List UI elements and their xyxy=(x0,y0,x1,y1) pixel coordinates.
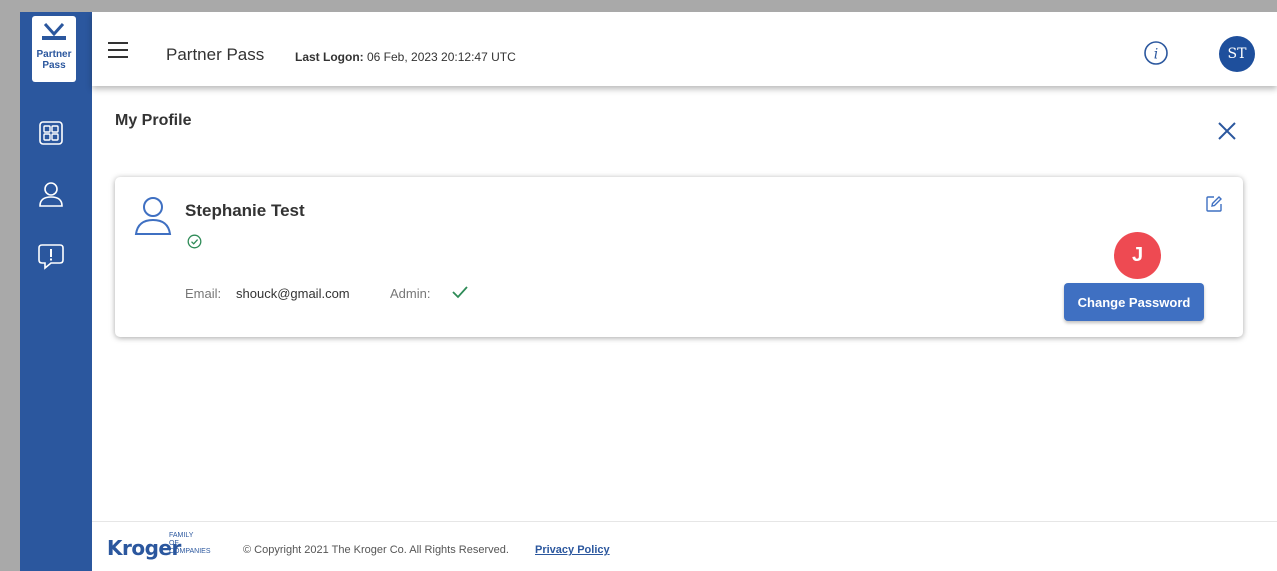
hamburger-menu-icon[interactable] xyxy=(108,42,128,58)
last-logon: Last Logon: 06 Feb, 2023 20:12:47 UTC xyxy=(295,50,516,64)
close-button[interactable] xyxy=(1216,120,1238,142)
brand-family: FAMILY OF COMPANIES xyxy=(169,532,211,555)
edit-icon[interactable] xyxy=(1205,195,1223,213)
profile-card: Stephanie Test Email: shouck@gmail.com A… xyxy=(115,177,1243,337)
logo-text: Partner Pass xyxy=(36,49,72,71)
partner-pass-logo[interactable]: Partner Pass xyxy=(32,16,76,82)
top-header: Partner Pass Last Logon: 06 Feb, 2023 20… xyxy=(92,12,1277,86)
info-icon: i xyxy=(1144,41,1168,65)
change-password-button[interactable]: Change Password xyxy=(1064,283,1204,321)
grid-icon xyxy=(39,121,63,145)
annotation-badge: J xyxy=(1114,232,1161,279)
page-title: My Profile xyxy=(115,112,192,129)
sidebar-item-dashboard[interactable] xyxy=(37,119,65,147)
email-label: Email: xyxy=(185,286,222,301)
verified-check-icon xyxy=(187,234,202,249)
last-logon-label: Last Logon: xyxy=(295,50,364,64)
admin-label: Admin: xyxy=(390,286,431,301)
app-title: Partner Pass xyxy=(166,45,265,64)
person-icon xyxy=(134,196,172,236)
info-button[interactable]: i xyxy=(1143,40,1169,66)
app-frame: Partner Pass Partner Pass Last Logon: 06… xyxy=(20,12,1277,571)
user-avatar[interactable]: ST xyxy=(1219,36,1255,72)
profile-name: Stephanie Test xyxy=(185,201,305,220)
logo-mark-icon xyxy=(42,22,66,40)
sidebar-item-profile[interactable] xyxy=(37,180,65,208)
footer: Kroger FAMILY OF COMPANIES © Copyright 2… xyxy=(92,521,1277,571)
admin-check-icon xyxy=(451,284,469,300)
user-icon xyxy=(39,182,63,207)
copyright-text: © Copyright 2021 The Kroger Co. All Righ… xyxy=(243,544,509,556)
email-value: shouck@gmail.com xyxy=(236,286,350,301)
close-icon xyxy=(1218,122,1236,140)
alert-message-icon xyxy=(38,244,64,270)
privacy-policy-link[interactable]: Privacy Policy xyxy=(535,544,610,556)
last-logon-value: 06 Feb, 2023 20:12:47 UTC xyxy=(367,50,516,64)
svg-text:i: i xyxy=(1154,47,1158,63)
sidebar-item-feedback[interactable] xyxy=(37,242,65,270)
kroger-logo: Kroger FAMILY OF COMPANIES xyxy=(107,532,227,568)
sidebar: Partner Pass xyxy=(20,12,92,571)
